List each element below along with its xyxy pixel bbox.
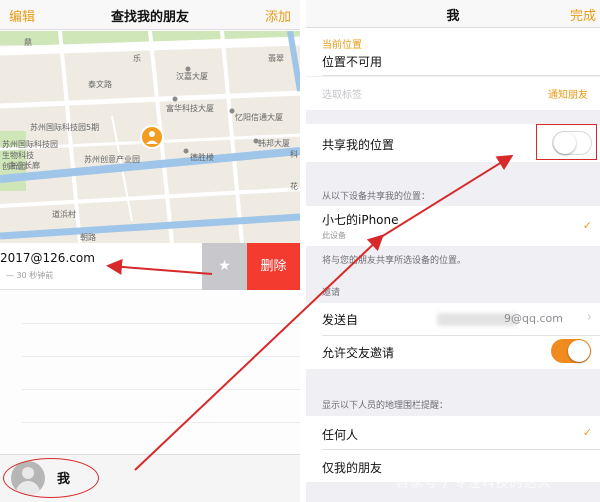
allow-invites-toggle[interactable] <box>551 339 591 363</box>
row-divider <box>22 422 300 423</box>
cell-separator <box>322 75 600 76</box>
invites-section-header: 邀请 <box>322 288 341 298</box>
current-location-label: 当前位置 <box>322 40 362 51</box>
friend-last-seen: — 30 秒钟前 <box>6 271 54 280</box>
friend-list-item[interactable]: 2017@126.com — 30 秒钟前 ★ 删除 <box>0 243 300 290</box>
star-button[interactable]: ★ <box>202 243 247 290</box>
friend-email: 2017@126.com <box>0 251 95 265</box>
allow-invites-label: 允许交友邀请 <box>322 346 395 360</box>
map-label: 企业长廊 <box>8 161 40 170</box>
done-button[interactable]: 完成 <box>570 5 596 24</box>
devices-section-header: 从以下设备共享我的位置： <box>322 192 431 202</box>
delete-button[interactable]: 删除 <box>247 243 300 290</box>
send-from-value: 9@qq.com <box>504 312 563 325</box>
send-from-cell[interactable]: 发送自 9@qq.com › <box>306 303 600 336</box>
map-label: 泰文路 <box>88 80 112 89</box>
map-label: 科 <box>290 150 298 159</box>
add-button[interactable]: 添加 <box>265 6 291 25</box>
me-settings-pane: 我 完成 当前位置 位置不可用 选取标签 通知朋友 共享我的位置 从以下设备共享… <box>306 0 600 502</box>
geofence-option-anyone[interactable]: 任何人 <box>322 426 358 443</box>
row-divider <box>22 389 300 390</box>
allow-invites-cell: 允许交友邀请 <box>306 336 600 369</box>
watermark: 百家号 / 专注科技的达人 <box>396 476 552 491</box>
label-cell[interactable]: 选取标签 通知朋友 <box>306 77 600 110</box>
map-label: 道浜村 <box>52 210 76 219</box>
geofence-option-friends-only[interactable]: 仅我的朋友 <box>322 459 382 476</box>
map-label: 苏州创意产业园 <box>84 155 140 164</box>
map-label: 韩邦大厦 <box>258 139 290 148</box>
share-location-label: 共享我的位置 <box>322 138 395 152</box>
annotation-rectangle <box>536 124 597 160</box>
share-footer-note: 将与您的朋友共享所选设备的位置。 <box>322 256 467 266</box>
row-divider <box>22 323 300 324</box>
map-label: 苏州国际科技园5期 <box>30 123 100 132</box>
checkmark-icon: ✓ <box>582 219 592 232</box>
map-view[interactable]: 鼎 乐 汉嘉大厦 翡翠 泰文路 富华科技大厦 忆阳信通大厦 苏州国际科技园5期 … <box>0 31 300 243</box>
choose-label-placeholder: 选取标签 <box>322 90 362 101</box>
current-location-cell: 当前位置 位置不可用 <box>306 28 600 76</box>
map-label: 翡翠 <box>268 54 284 63</box>
map-label: 富华科技大厦 <box>166 104 214 113</box>
chevron-right-icon: › <box>586 310 592 325</box>
toggle-knob <box>568 340 590 362</box>
friends-pane: 编辑 查找我的朋友 添加 鼎 乐 汉嘉大厦 翡翠 泰文路 富华科技大厦 忆阳信通… <box>0 0 300 502</box>
map-streets <box>0 31 300 243</box>
send-from-label: 发送自 <box>322 313 359 327</box>
map-label: 汉嘉大厦 <box>176 72 208 81</box>
device-subtitle: 此设备 <box>322 231 346 240</box>
page-title: 查找我的朋友 <box>110 10 189 25</box>
device-cell[interactable]: 小七的iPhone 此设备 ✓ <box>306 206 600 246</box>
map-label: 鼎 <box>24 38 32 47</box>
current-location-value: 位置不可用 <box>322 55 383 69</box>
map-label: 苏州国际科技园 <box>2 140 58 149</box>
left-navigation-bar: 编辑 查找我的朋友 添加 <box>0 0 300 30</box>
device-name: 小七的iPhone <box>322 213 399 227</box>
map-label: 德胜楼 <box>190 153 214 162</box>
map-label: 花 <box>290 182 298 191</box>
page-title: 我 <box>446 9 460 24</box>
map-label: 朝路 <box>80 233 96 242</box>
right-navigation-bar: 我 完成 <box>306 0 600 28</box>
map-label: 忆阳信通大厦 <box>235 113 283 122</box>
checkmark-icon: ✓ <box>582 426 592 439</box>
notify-friends-button[interactable]: 通知朋友 <box>548 86 588 101</box>
row-divider <box>22 356 300 357</box>
friend-list-empty-rows <box>0 290 300 454</box>
annotation-ellipse <box>3 458 99 498</box>
geofence-section-header: 显示以下人员的地理围栏提醒： <box>322 401 449 411</box>
star-icon: ★ <box>218 258 231 274</box>
map-label: 乐 <box>133 54 141 63</box>
cell-separator <box>322 449 600 450</box>
